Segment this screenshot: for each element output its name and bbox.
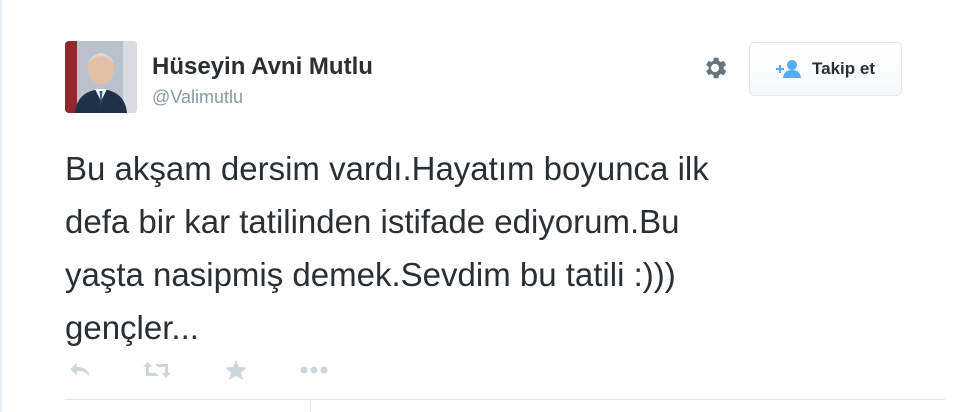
avatar[interactable] — [65, 41, 137, 113]
tweet-text-line: yaşta nasipmiş demek.Sevdim bu tatili :)… — [65, 256, 676, 293]
user-fullname[interactable]: Hüseyin Avni Mutlu — [152, 53, 373, 81]
retweet-button[interactable] — [141, 352, 173, 388]
settings-button[interactable] — [700, 53, 730, 83]
retweet-icon — [143, 362, 171, 378]
left-border — [0, 0, 2, 412]
avatar-image — [65, 41, 137, 113]
reply-button[interactable] — [64, 352, 96, 388]
divider — [310, 400, 311, 412]
tweet-text-line: Bu akşam dersim vardı.Hayatım boyunca il… — [65, 150, 709, 187]
follow-button[interactable]: Takip et — [749, 42, 902, 96]
tweet-text: Bu akşam dersim vardı.Hayatım boyunca il… — [65, 142, 945, 354]
favorite-button[interactable] — [220, 352, 252, 388]
star-icon — [225, 360, 247, 380]
divider — [65, 399, 945, 400]
more-button[interactable] — [298, 352, 330, 388]
gear-icon — [706, 57, 727, 79]
user-handle[interactable]: @Valimutlu — [152, 87, 243, 108]
follow-button-label: Takip et — [812, 59, 875, 78]
reply-icon — [70, 363, 90, 377]
tweet-text-line: defa bir kar tatilinden istifade ediyoru… — [65, 203, 680, 240]
more-icon — [300, 366, 328, 374]
tweet-card: Hüseyin Avni Mutlu @Valimutlu Takip et B… — [0, 0, 960, 412]
add-user-icon — [776, 60, 801, 78]
tweet-text-line: gençler... — [65, 309, 199, 346]
